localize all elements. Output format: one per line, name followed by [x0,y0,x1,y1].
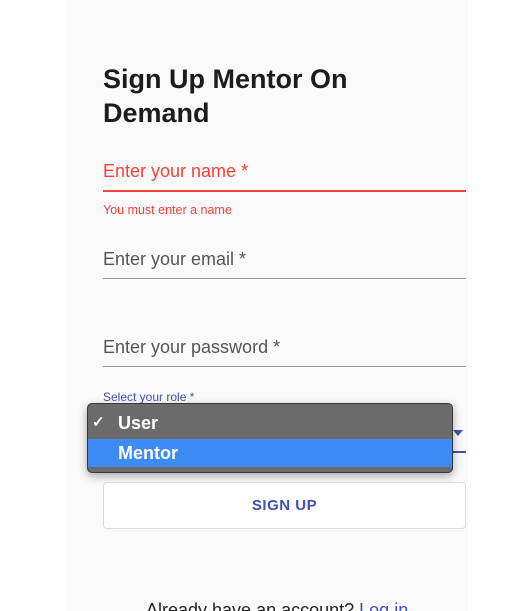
checkmark-icon: ✓ [92,414,105,431]
role-option-user[interactable]: ✓ User [88,409,452,437]
name-error-message: You must enter a name [103,203,232,217]
email-field-label: Enter your email * [103,249,247,269]
role-option-label: User [118,413,159,433]
sign-up-button[interactable]: SIGN UP [103,482,466,529]
login-link[interactable]: Log in [359,600,408,611]
role-dropdown[interactable]: ✓ User Mentor [87,403,453,473]
role-select-label: Select your role * [103,390,195,404]
page-title: Sign Up Mentor On Demand [103,64,348,128]
caret-down-icon[interactable] [453,430,463,436]
password-field-label: Enter your password * [103,337,281,357]
email-field[interactable]: Enter your email * [103,248,466,279]
password-field-underline [103,366,466,367]
signup-page: Sign Up Mentor On Demand Enter your name… [0,0,520,611]
login-prompt: Already have an account? Log in [146,600,408,611]
email-field-underline [103,278,466,279]
password-field[interactable]: Enter your password * [103,336,466,367]
login-prompt-text: Already have an account? [146,600,360,611]
role-option-mentor[interactable]: Mentor [88,439,452,467]
role-option-label: Mentor [118,443,178,463]
name-field[interactable]: Enter your name * [103,160,466,192]
name-field-label: Enter your name * [103,161,249,181]
name-field-underline [103,190,466,192]
